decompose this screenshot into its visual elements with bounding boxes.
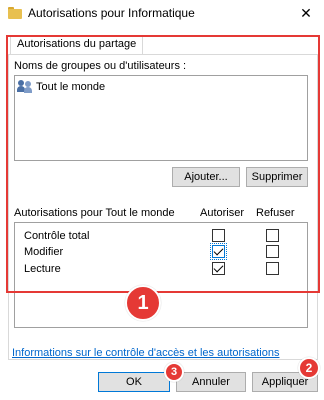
close-button[interactable]: ✕ [294,3,318,23]
modify-allow-checkbox[interactable] [210,243,227,260]
cancel-button[interactable]: Annuler [176,372,246,392]
read-deny-checkbox[interactable] [266,262,279,275]
users-list[interactable]: Tout le monde [14,75,308,161]
annotation-badge-3: 3 [164,362,184,382]
perm-label-full-control: Contrôle total [24,230,90,242]
folder-icon [8,7,22,19]
list-item-everyone[interactable]: Tout le monde [17,79,105,94]
deny-column-header: Refuser [256,207,295,219]
full-control-deny-checkbox[interactable] [266,229,279,242]
remove-button[interactable]: Supprimer [246,167,308,187]
permissions-header: Autorisations pour Tout le monde [14,207,175,219]
perm-label-read: Lecture [24,263,61,275]
ok-button[interactable]: OK [98,372,170,392]
annotation-badge-1: 1 [125,285,161,321]
allow-column-header: Autoriser [200,207,245,219]
tab-strip: Autorisations du partage [10,36,316,54]
add-button[interactable]: Ajouter... [172,167,240,187]
users-icon [17,80,33,93]
annotation-badge-2: 2 [298,357,320,379]
full-control-allow-checkbox[interactable] [212,229,225,242]
title-bar: Autorisations pour Informatique ✕ [0,0,324,28]
list-item-label: Tout le monde [36,80,106,93]
perm-label-modify: Modifier [24,246,64,258]
modify-deny-checkbox[interactable] [266,245,279,258]
read-allow-checkbox[interactable] [212,262,225,275]
window-title: Autorisations pour Informatique [28,6,195,20]
access-control-info-link[interactable]: Informations sur le contrôle d'accès et … [12,347,279,359]
groups-label: Noms de groupes ou d'utilisateurs : [14,60,187,72]
tab-share-permissions[interactable]: Autorisations du partage [10,36,144,54]
